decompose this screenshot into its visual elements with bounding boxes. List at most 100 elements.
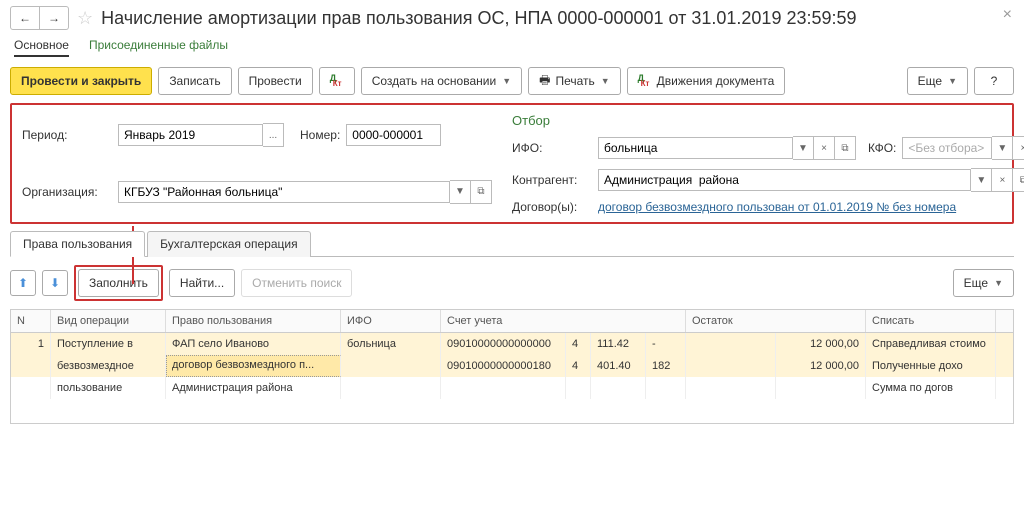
organization-dropdown-button[interactable]: ▼ xyxy=(450,180,471,204)
ifo-input[interactable] xyxy=(598,137,793,159)
cell-op: пользование xyxy=(51,377,166,399)
cell-c1: 4 xyxy=(566,355,591,377)
favorite-star-icon[interactable]: ☆ xyxy=(77,8,93,29)
move-up-button[interactable]: ⬆ xyxy=(10,270,36,296)
arrow-left-icon: ← xyxy=(19,11,31,25)
cell-balance: 12 000,00 xyxy=(776,333,866,355)
period-select-button[interactable]: ... xyxy=(263,123,284,147)
chevron-down-icon: ▼ xyxy=(994,278,1003,288)
cell-ifo xyxy=(341,355,441,377)
col-right[interactable]: Право пользования xyxy=(166,310,341,332)
help-button[interactable]: ? xyxy=(974,67,1014,95)
number-input[interactable] xyxy=(346,124,441,146)
cell-right: договор безвозмездного п... xyxy=(166,355,341,377)
ifo-clear-button[interactable]: × xyxy=(814,136,835,160)
kfo-input[interactable] xyxy=(902,137,992,159)
cell-acct xyxy=(441,377,566,399)
organization-open-button[interactable]: ⧉ xyxy=(471,180,492,204)
col-operation[interactable]: Вид операции xyxy=(51,310,166,332)
cell-c2: 111.42 xyxy=(591,333,646,355)
cell-c3 xyxy=(646,377,686,399)
print-button[interactable]: 🖶Печать▼ xyxy=(528,67,621,95)
cell-op: безвозмездное xyxy=(51,355,166,377)
subnav-attached-files[interactable]: Присоединенные файлы xyxy=(89,38,228,57)
tab-accounting-operation[interactable]: Бухгалтерская операция xyxy=(147,231,310,257)
number-label: Номер: xyxy=(300,128,340,142)
ifo-open-button[interactable]: ⧉ xyxy=(835,136,856,160)
table-row[interactable]: пользованиеАдминистрация района Сумма по … xyxy=(11,377,1013,399)
chevron-down-icon: ▼ xyxy=(601,76,610,86)
chevron-down-icon: ▼ xyxy=(502,76,511,86)
cell-right: Администрация района xyxy=(166,377,341,399)
arrow-down-icon: ⬇ xyxy=(50,276,60,290)
subnav-main[interactable]: Основное xyxy=(14,38,69,57)
cell-c2: 401.40 xyxy=(591,355,646,377)
contract-label: Договор(ы): xyxy=(512,200,592,214)
cell xyxy=(686,355,776,377)
period-input[interactable] xyxy=(118,124,263,146)
tab-usage-rights[interactable]: Права пользования xyxy=(10,231,145,257)
cell-right: ФАП село Иваново xyxy=(166,333,341,355)
kfo-dropdown-button[interactable]: ▼ xyxy=(992,136,1013,160)
dt-kt-icon xyxy=(638,75,652,87)
col-account[interactable]: Счет учета xyxy=(441,310,686,332)
cell-ifo xyxy=(341,377,441,399)
cell-n xyxy=(11,355,51,377)
kfo-label: КФО: xyxy=(868,141,896,155)
contragent-open-button[interactable]: ⧉ xyxy=(1013,168,1024,192)
cell-c2 xyxy=(591,377,646,399)
cell-ifo: больница xyxy=(341,333,441,355)
grid-more-button[interactable]: Еще▼ xyxy=(953,269,1014,297)
data-grid: N Вид операции Право пользования ИФО Сче… xyxy=(10,309,1014,424)
col-ifo[interactable]: ИФО xyxy=(341,310,441,332)
cell-balance: 12 000,00 xyxy=(776,355,866,377)
filter-title: Отбор xyxy=(512,113,1024,128)
organization-label: Организация: xyxy=(22,185,112,199)
create-based-button[interactable]: Создать на основании▼ xyxy=(361,67,522,95)
fill-button[interactable]: Заполнить xyxy=(78,269,159,297)
cell-write: Полученные дохо xyxy=(866,355,996,377)
cell-op: Поступление в xyxy=(51,333,166,355)
arrow-right-icon: → xyxy=(48,11,60,25)
cell-n: 1 xyxy=(11,333,51,355)
ifo-dropdown-button[interactable]: ▼ xyxy=(793,136,814,160)
organization-input[interactable] xyxy=(118,181,450,203)
table-row[interactable]: безвозмездноедоговор безвозмездного п...… xyxy=(11,355,1013,377)
contract-link[interactable]: договор безвозмездного пользован от 01.0… xyxy=(598,200,956,214)
contragent-label: Контрагент: xyxy=(512,173,592,187)
cell-c3: 182 xyxy=(646,355,686,377)
close-button[interactable]: × xyxy=(1003,6,1012,24)
cancel-find-button: Отменить поиск xyxy=(241,269,352,297)
cell-write: Сумма по догов xyxy=(866,377,996,399)
cell-c1 xyxy=(566,377,591,399)
table-row[interactable]: 1Поступление вФАП село Ивановобольница09… xyxy=(11,333,1013,355)
col-n[interactable]: N xyxy=(11,310,51,332)
kfo-clear-button[interactable]: × xyxy=(1013,136,1024,160)
arrow-up-icon: ⬆ xyxy=(18,276,28,290)
post-and-close-button[interactable]: Провести и закрыть xyxy=(10,67,152,95)
move-down-button[interactable]: ⬇ xyxy=(42,270,68,296)
save-button[interactable]: Записать xyxy=(158,67,231,95)
cell-acct: 09010000000000000 xyxy=(441,333,566,355)
col-write[interactable]: Списать xyxy=(866,310,996,332)
print-icon: 🖶 xyxy=(539,71,550,92)
nav-forward-button[interactable]: → xyxy=(40,6,69,30)
dkt-button[interactable] xyxy=(319,67,355,95)
col-balance[interactable]: Остаток xyxy=(686,310,866,332)
post-button[interactable]: Провести xyxy=(238,67,313,95)
chevron-down-icon: ▼ xyxy=(948,76,957,86)
cell-c1: 4 xyxy=(566,333,591,355)
cell-n xyxy=(11,377,51,399)
grid-header: N Вид операции Право пользования ИФО Сче… xyxy=(11,309,1013,333)
more-button[interactable]: Еще▼ xyxy=(907,67,968,95)
contragent-input[interactable] xyxy=(598,169,971,191)
nav-back-button[interactable]: ← xyxy=(10,6,40,30)
ifo-label: ИФО: xyxy=(512,141,592,155)
contragent-dropdown-button[interactable]: ▼ xyxy=(971,168,992,192)
contragent-clear-button[interactable]: × xyxy=(992,168,1013,192)
header-filter-panel: Период: ... Номер: Организация: ▼ ⧉ Отбо… xyxy=(10,103,1014,224)
cell-acct: 09010000000000180 xyxy=(441,355,566,377)
find-button[interactable]: Найти... xyxy=(169,269,235,297)
cell-write: Справедливая стоимо xyxy=(866,333,996,355)
movements-button[interactable]: Движения документа xyxy=(627,67,786,95)
